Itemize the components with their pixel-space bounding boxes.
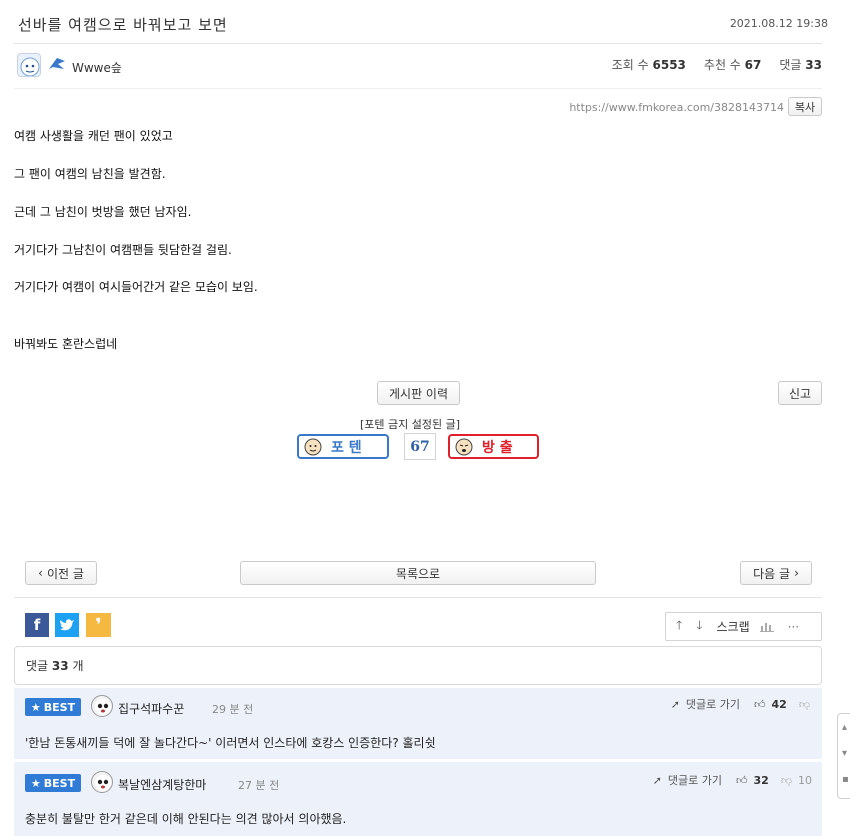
comments-header-unit: 개 (72, 659, 84, 673)
body-line-6: 바꿔봐도 혼란스럽네 (14, 337, 118, 351)
thumbs-up-icon[interactable]: 👍︎ (736, 774, 748, 787)
comment-time: 29 분 전 (212, 703, 254, 716)
comment-actions: ➚ 댓글로 가기 👍︎ 32 👎︎ 10 (653, 772, 812, 788)
copy-label: 복사 (794, 100, 816, 114)
post-url[interactable]: https://www.fmkorea.com/3828143714 (569, 101, 784, 114)
report-button[interactable]: 신고 (778, 381, 822, 405)
next-post-button[interactable]: 다음 글 › (740, 561, 812, 585)
poten-button[interactable]: 포 텐 (297, 434, 389, 459)
poten-ban-note: [포텐 금지 설정된 글] (360, 418, 461, 431)
thumbs-down-icon[interactable]: 👎︎ (799, 698, 810, 711)
thumbs-down-icon[interactable]: 👎︎ (781, 774, 792, 787)
prev-post-label: 이전 글 (46, 566, 84, 581)
chart-icon[interactable] (759, 621, 774, 632)
comments-header: 댓글 33 개 (14, 646, 822, 685)
floating-side-widget[interactable]: ▴ ▾ ▪ (837, 713, 850, 799)
quote-icon: ❜ (95, 614, 102, 636)
body-line-1: 여캠 사생활을 캐던 팬이 있었고 (14, 129, 173, 143)
author-name[interactable]: Wwwe슾 (72, 59, 122, 76)
more-menu-button[interactable]: ··· (788, 620, 799, 634)
recommend-stat: 추천 수 67 (703, 58, 762, 72)
thumbs-up-icon[interactable]: 👍︎ (754, 698, 766, 711)
ban-face-icon (455, 438, 473, 456)
nav-divider (14, 597, 822, 598)
author-divider (14, 88, 822, 89)
quote-share-button[interactable]: ❜ (86, 613, 111, 637)
side-comment-icon[interactable]: ▪ (842, 774, 849, 785)
copy-url-button[interactable]: 복사 (788, 97, 822, 116)
chevron-right-icon: › (794, 566, 799, 580)
list-button[interactable]: 목록으로 (240, 561, 596, 585)
post-tools: 🡑 🡓 스크랩 ··· (665, 612, 822, 641)
title-divider (14, 43, 822, 44)
arrow-down-icon[interactable]: 🡓 (696, 616, 702, 637)
comment-actions: ➚ 댓글로 가기 👍︎ 42 👎︎ (671, 696, 810, 712)
twitter-share-button[interactable] (55, 613, 79, 637)
arrow-up-icon[interactable]: 🡑 (676, 616, 682, 637)
dislike-count: 10 (798, 773, 812, 787)
reply-arrow-icon: ➚ (670, 697, 680, 711)
next-post-label: 다음 글 (753, 566, 791, 581)
board-history-label: 게시판 이력 (388, 386, 448, 401)
post-title: 선바를 여캠으로 바꿔보고 보면 (18, 16, 228, 34)
twitter-icon (60, 619, 74, 631)
comments-stat: 댓글 33 (779, 58, 822, 72)
best-badge: ★ BEST (25, 774, 81, 792)
comment-text: 충분히 불탈만 한거 같은데 이해 안된다는 의견 많아서 의아했음. (25, 812, 347, 826)
ban-button[interactable]: 방 출 (448, 434, 539, 459)
side-down-icon[interactable]: ▾ (842, 748, 847, 759)
body-line-3: 근데 그 남친이 벗방을 했던 남자임. (14, 205, 192, 219)
author-avatar[interactable] (17, 53, 41, 77)
star-icon: ★ (30, 776, 41, 790)
side-up-icon[interactable]: ▴ (842, 722, 847, 733)
post-stats: 조회 수 6553 추천 수 67 댓글 33 (612, 56, 822, 73)
comment-text: '한남 돈통새끼들 덕에 잘 놀다간다~' 이러면서 인스타에 호캉스 인증한다… (25, 736, 436, 750)
comment-time: 27 분 전 (238, 779, 280, 792)
prev-post-button[interactable]: ‹ 이전 글 (25, 561, 97, 585)
poten-face-icon (304, 438, 322, 456)
body-line-2: 그 팬이 여캠의 남친을 발견함. (14, 167, 166, 181)
commenter-avatar[interactable] (91, 771, 113, 793)
star-icon: ★ (30, 700, 41, 714)
best-label: BEST (43, 776, 76, 790)
scrap-button[interactable]: 스크랩 (717, 618, 750, 635)
reply-arrow-icon: ➚ (652, 773, 662, 787)
chevron-left-icon: ‹ (38, 566, 43, 580)
board-history-button[interactable]: 게시판 이력 (377, 381, 460, 405)
author-level-icon (47, 55, 67, 75)
vote-count: 67 (404, 433, 436, 460)
commenter-name[interactable]: 복날엔삼계탕한마 (118, 776, 206, 793)
commenter-avatar[interactable] (91, 695, 113, 717)
like-count: 42 (771, 697, 787, 711)
best-label: BEST (43, 700, 76, 714)
facebook-icon: f (33, 616, 41, 634)
comments-header-label: 댓글 (26, 659, 49, 673)
reply-link[interactable]: 댓글로 가기 (686, 696, 740, 712)
facebook-share-button[interactable]: f (25, 613, 49, 637)
ban-label: 방 출 (482, 439, 513, 456)
body-line-4: 거기다가 그남친이 여캠팬들 뒷담한걸 걸림. (14, 243, 232, 257)
list-label: 목록으로 (395, 566, 441, 581)
reply-link[interactable]: 댓글로 가기 (668, 772, 722, 788)
like-count: 32 (753, 773, 769, 787)
best-badge: ★ BEST (25, 698, 81, 716)
body-line-5: 거기다가 여캠이 여시들어간거 같은 모습이 보임. (14, 280, 258, 294)
report-label: 신고 (788, 386, 812, 401)
commenter-name[interactable]: 집구석파수꾼 (118, 700, 184, 717)
views-stat: 조회 수 6553 (611, 58, 686, 72)
avatar-face-icon (20, 57, 40, 76)
poten-label: 포 텐 (331, 439, 362, 456)
post-date: 2021.08.12 19:38 (729, 17, 828, 30)
comments-header-count: 33 (51, 658, 69, 673)
